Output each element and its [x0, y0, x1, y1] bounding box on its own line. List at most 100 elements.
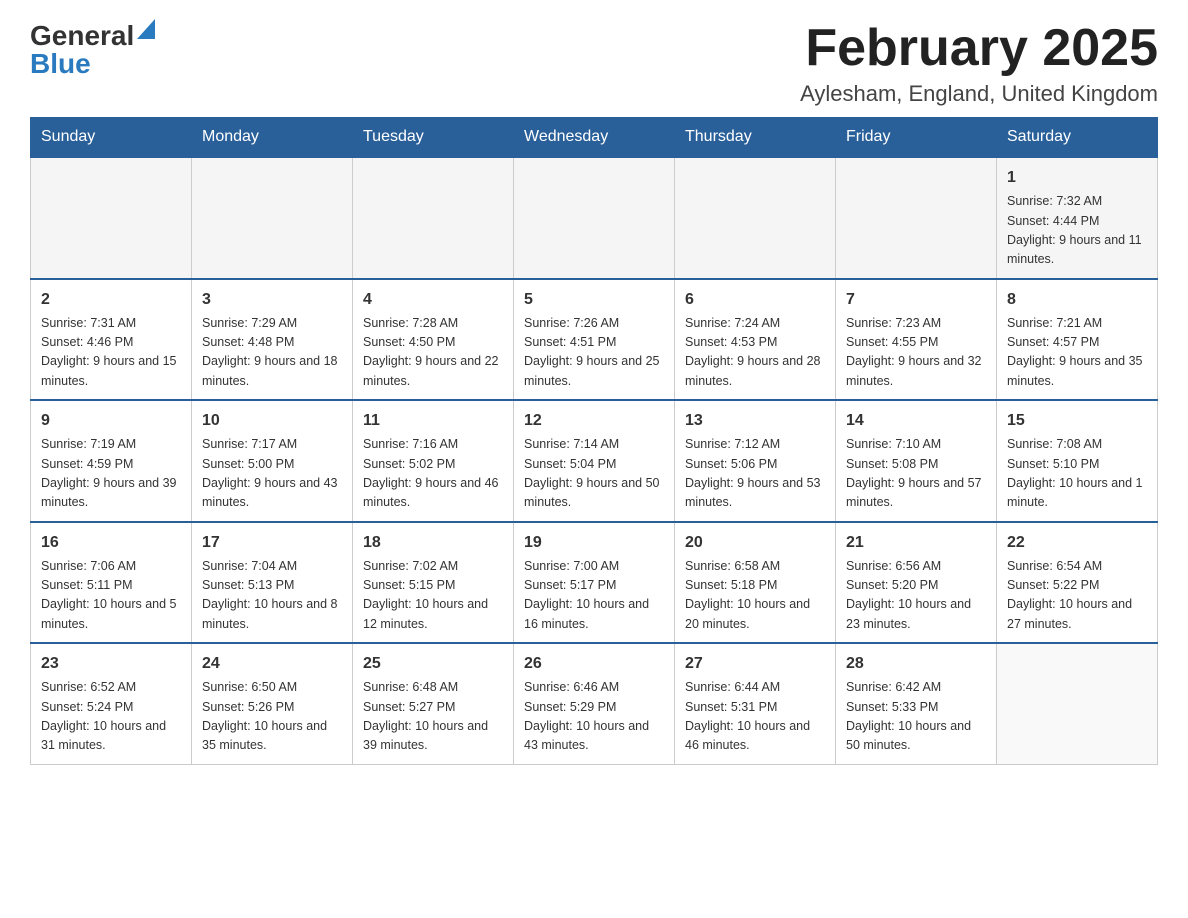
day-info: Sunrise: 7:19 AMSunset: 4:59 PMDaylight:… — [41, 435, 181, 513]
day-number: 9 — [41, 409, 181, 433]
day-number: 10 — [202, 409, 342, 433]
logo: General Blue — [30, 20, 155, 80]
day-number: 8 — [1007, 288, 1147, 312]
day-info: Sunrise: 7:06 AMSunset: 5:11 PMDaylight:… — [41, 557, 181, 635]
day-of-week-header: Tuesday — [353, 118, 514, 158]
calendar-day-cell: 24Sunrise: 6:50 AMSunset: 5:26 PMDayligh… — [192, 643, 353, 764]
calendar-day-cell — [31, 157, 192, 279]
location-title: Aylesham, England, United Kingdom — [800, 81, 1158, 107]
day-number: 14 — [846, 409, 986, 433]
calendar-day-cell: 10Sunrise: 7:17 AMSunset: 5:00 PMDayligh… — [192, 400, 353, 522]
calendar-day-cell: 3Sunrise: 7:29 AMSunset: 4:48 PMDaylight… — [192, 279, 353, 401]
day-number: 7 — [846, 288, 986, 312]
calendar-day-cell — [192, 157, 353, 279]
calendar-day-cell: 19Sunrise: 7:00 AMSunset: 5:17 PMDayligh… — [514, 522, 675, 644]
day-of-week-header: Wednesday — [514, 118, 675, 158]
calendar-day-cell: 18Sunrise: 7:02 AMSunset: 5:15 PMDayligh… — [353, 522, 514, 644]
day-info: Sunrise: 6:48 AMSunset: 5:27 PMDaylight:… — [363, 678, 503, 756]
calendar-day-cell: 15Sunrise: 7:08 AMSunset: 5:10 PMDayligh… — [997, 400, 1158, 522]
day-info: Sunrise: 6:50 AMSunset: 5:26 PMDaylight:… — [202, 678, 342, 756]
day-number: 11 — [363, 409, 503, 433]
calendar-day-cell: 5Sunrise: 7:26 AMSunset: 4:51 PMDaylight… — [514, 279, 675, 401]
day-number: 2 — [41, 288, 181, 312]
calendar-day-cell: 4Sunrise: 7:28 AMSunset: 4:50 PMDaylight… — [353, 279, 514, 401]
calendar-table: SundayMondayTuesdayWednesdayThursdayFrid… — [30, 117, 1158, 765]
day-of-week-header: Thursday — [675, 118, 836, 158]
day-info: Sunrise: 7:02 AMSunset: 5:15 PMDaylight:… — [363, 557, 503, 635]
day-number: 28 — [846, 652, 986, 676]
day-number: 13 — [685, 409, 825, 433]
calendar-day-cell — [997, 643, 1158, 764]
calendar-week-row: 2Sunrise: 7:31 AMSunset: 4:46 PMDaylight… — [31, 279, 1158, 401]
day-info: Sunrise: 6:54 AMSunset: 5:22 PMDaylight:… — [1007, 557, 1147, 635]
calendar-day-cell: 9Sunrise: 7:19 AMSunset: 4:59 PMDaylight… — [31, 400, 192, 522]
calendar-day-cell: 14Sunrise: 7:10 AMSunset: 5:08 PMDayligh… — [836, 400, 997, 522]
day-number: 20 — [685, 531, 825, 555]
day-number: 19 — [524, 531, 664, 555]
day-number: 16 — [41, 531, 181, 555]
logo-triangle-icon — [137, 19, 155, 39]
day-info: Sunrise: 6:42 AMSunset: 5:33 PMDaylight:… — [846, 678, 986, 756]
day-number: 17 — [202, 531, 342, 555]
calendar-day-cell: 22Sunrise: 6:54 AMSunset: 5:22 PMDayligh… — [997, 522, 1158, 644]
calendar-day-cell — [353, 157, 514, 279]
day-of-week-header: Monday — [192, 118, 353, 158]
day-info: Sunrise: 7:31 AMSunset: 4:46 PMDaylight:… — [41, 314, 181, 392]
calendar-day-cell: 21Sunrise: 6:56 AMSunset: 5:20 PMDayligh… — [836, 522, 997, 644]
day-info: Sunrise: 7:04 AMSunset: 5:13 PMDaylight:… — [202, 557, 342, 635]
calendar-day-cell — [836, 157, 997, 279]
day-number: 21 — [846, 531, 986, 555]
day-number: 27 — [685, 652, 825, 676]
day-number: 1 — [1007, 166, 1147, 190]
title-block: February 2025 Aylesham, England, United … — [800, 20, 1158, 107]
day-number: 12 — [524, 409, 664, 433]
calendar-day-cell: 26Sunrise: 6:46 AMSunset: 5:29 PMDayligh… — [514, 643, 675, 764]
day-info: Sunrise: 6:56 AMSunset: 5:20 PMDaylight:… — [846, 557, 986, 635]
day-number: 22 — [1007, 531, 1147, 555]
day-info: Sunrise: 7:28 AMSunset: 4:50 PMDaylight:… — [363, 314, 503, 392]
calendar-day-cell: 7Sunrise: 7:23 AMSunset: 4:55 PMDaylight… — [836, 279, 997, 401]
calendar-day-cell: 23Sunrise: 6:52 AMSunset: 5:24 PMDayligh… — [31, 643, 192, 764]
page-header: General Blue February 2025 Aylesham, Eng… — [30, 20, 1158, 107]
day-number: 6 — [685, 288, 825, 312]
calendar-day-cell: 2Sunrise: 7:31 AMSunset: 4:46 PMDaylight… — [31, 279, 192, 401]
calendar-week-row: 9Sunrise: 7:19 AMSunset: 4:59 PMDaylight… — [31, 400, 1158, 522]
day-of-week-header: Sunday — [31, 118, 192, 158]
day-number: 25 — [363, 652, 503, 676]
day-info: Sunrise: 7:16 AMSunset: 5:02 PMDaylight:… — [363, 435, 503, 513]
day-info: Sunrise: 7:00 AMSunset: 5:17 PMDaylight:… — [524, 557, 664, 635]
calendar-header-row: SundayMondayTuesdayWednesdayThursdayFrid… — [31, 118, 1158, 158]
month-title: February 2025 — [800, 20, 1158, 77]
logo-text-blue: Blue — [30, 48, 91, 80]
calendar-day-cell — [675, 157, 836, 279]
day-info: Sunrise: 7:29 AMSunset: 4:48 PMDaylight:… — [202, 314, 342, 392]
calendar-day-cell: 11Sunrise: 7:16 AMSunset: 5:02 PMDayligh… — [353, 400, 514, 522]
day-of-week-header: Saturday — [997, 118, 1158, 158]
day-info: Sunrise: 6:44 AMSunset: 5:31 PMDaylight:… — [685, 678, 825, 756]
day-info: Sunrise: 7:23 AMSunset: 4:55 PMDaylight:… — [846, 314, 986, 392]
day-info: Sunrise: 7:17 AMSunset: 5:00 PMDaylight:… — [202, 435, 342, 513]
calendar-day-cell — [514, 157, 675, 279]
day-info: Sunrise: 7:26 AMSunset: 4:51 PMDaylight:… — [524, 314, 664, 392]
day-number: 26 — [524, 652, 664, 676]
day-info: Sunrise: 7:24 AMSunset: 4:53 PMDaylight:… — [685, 314, 825, 392]
calendar-day-cell: 27Sunrise: 6:44 AMSunset: 5:31 PMDayligh… — [675, 643, 836, 764]
calendar-week-row: 16Sunrise: 7:06 AMSunset: 5:11 PMDayligh… — [31, 522, 1158, 644]
calendar-day-cell: 8Sunrise: 7:21 AMSunset: 4:57 PMDaylight… — [997, 279, 1158, 401]
day-number: 5 — [524, 288, 664, 312]
calendar-day-cell: 13Sunrise: 7:12 AMSunset: 5:06 PMDayligh… — [675, 400, 836, 522]
calendar-day-cell: 12Sunrise: 7:14 AMSunset: 5:04 PMDayligh… — [514, 400, 675, 522]
day-info: Sunrise: 7:21 AMSunset: 4:57 PMDaylight:… — [1007, 314, 1147, 392]
day-number: 23 — [41, 652, 181, 676]
calendar-day-cell: 25Sunrise: 6:48 AMSunset: 5:27 PMDayligh… — [353, 643, 514, 764]
day-info: Sunrise: 6:58 AMSunset: 5:18 PMDaylight:… — [685, 557, 825, 635]
day-number: 24 — [202, 652, 342, 676]
calendar-week-row: 1Sunrise: 7:32 AMSunset: 4:44 PMDaylight… — [31, 157, 1158, 279]
day-info: Sunrise: 6:46 AMSunset: 5:29 PMDaylight:… — [524, 678, 664, 756]
calendar-day-cell: 16Sunrise: 7:06 AMSunset: 5:11 PMDayligh… — [31, 522, 192, 644]
calendar-day-cell: 1Sunrise: 7:32 AMSunset: 4:44 PMDaylight… — [997, 157, 1158, 279]
day-info: Sunrise: 6:52 AMSunset: 5:24 PMDaylight:… — [41, 678, 181, 756]
calendar-week-row: 23Sunrise: 6:52 AMSunset: 5:24 PMDayligh… — [31, 643, 1158, 764]
calendar-day-cell: 6Sunrise: 7:24 AMSunset: 4:53 PMDaylight… — [675, 279, 836, 401]
day-info: Sunrise: 7:08 AMSunset: 5:10 PMDaylight:… — [1007, 435, 1147, 513]
